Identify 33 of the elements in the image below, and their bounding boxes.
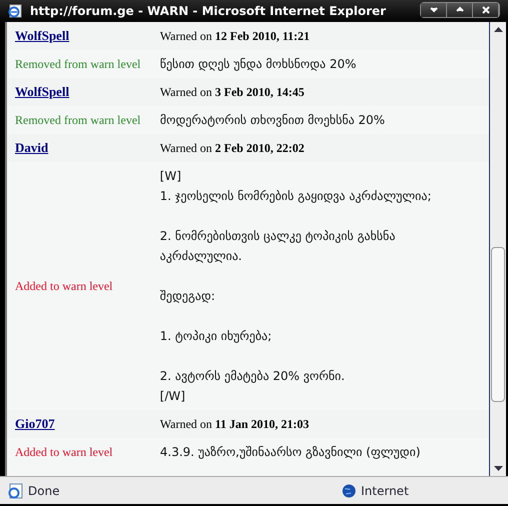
maximize-button[interactable]	[447, 3, 473, 17]
reason-text: 1. ჯეოსელის ნომრების გაყიდვა აკრძალულია;	[160, 188, 432, 205]
reason-text: [W]	[160, 168, 182, 185]
minimize-button[interactable]	[421, 3, 447, 17]
close-button[interactable]	[473, 3, 499, 17]
warn-date: Warned on 11 Jan 2010, 21:03	[160, 416, 310, 431]
warn-action: Removed from warn level	[15, 56, 141, 73]
reason-text: [/W]	[160, 388, 186, 405]
reason-text: 1. ტოპიკი იხურება;	[160, 328, 273, 345]
zone-text: Internet	[361, 482, 410, 500]
user-link[interactable]: WolfSpell	[15, 28, 70, 43]
reason-text: 2. ავტორს ემატება 20% ვორნი.	[160, 368, 346, 385]
warn-date: Warned on 12 Feb 2010, 11:21	[160, 28, 310, 43]
globe-icon	[342, 484, 356, 498]
scrollbar-drawing[interactable]	[489, 22, 506, 476]
warn-action: Added to warn level	[15, 444, 113, 461]
page-icon	[7, 482, 23, 499]
warn-date: Warned on 3 Feb 2010, 14:45	[160, 84, 304, 99]
warn-action: Removed from warn level	[15, 112, 141, 129]
reason-text: 4.3.9. უაზრო,უშინაარსო გზავნილი (ფლუდი)	[160, 444, 420, 461]
close-icon	[480, 4, 492, 16]
reason-text: მოდერატორის თხოვნით მოეხსნა 20%	[160, 112, 385, 129]
reason-text: 2. ნომრებისთვის ცალკე ტოპიკის გახსნა აკრძალულია.	[160, 228, 396, 265]
warn-date: Warned on 2 Feb 2010, 22:02	[160, 140, 304, 155]
window-title: http://forum.ge - WARN - Microsoft Internet Explorer	[30, 2, 387, 20]
user-link[interactable]: Gio707	[15, 416, 55, 431]
status-text: Done	[28, 482, 61, 500]
browser-icon	[8, 4, 22, 18]
reason-text: შედეგად:	[160, 288, 216, 305]
warn-action: Added to warn level	[15, 278, 113, 295]
reason-text: წესით დღეს უნდა მოხსნოდა 20%	[160, 56, 356, 73]
user-link[interactable]: WolfSpell	[15, 84, 70, 99]
user-link[interactable]: David	[15, 140, 48, 155]
